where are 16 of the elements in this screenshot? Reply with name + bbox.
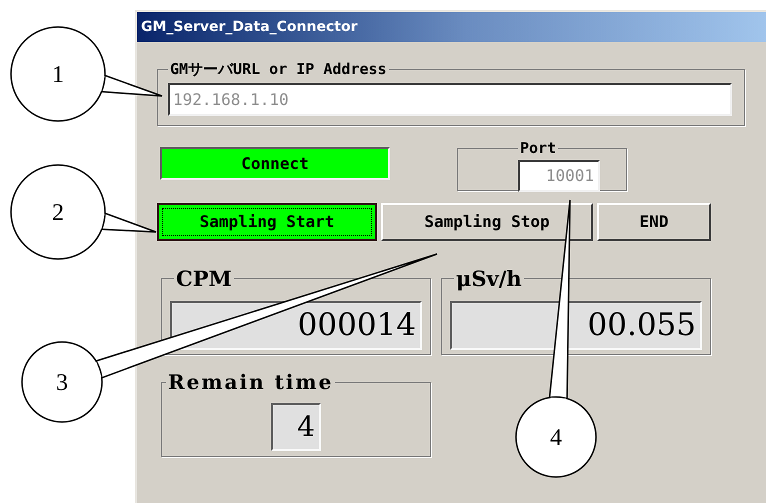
callout-number: 4 <box>550 425 562 451</box>
connect-indicator: Connect <box>160 147 390 180</box>
callout-number: 1 <box>52 62 64 88</box>
action-button[interactable]: END <box>597 203 711 241</box>
group-label: Port <box>519 138 558 159</box>
group-label: Remain time <box>167 369 334 396</box>
group-label: CPM <box>175 265 233 293</box>
group-label: μSv/h <box>455 265 523 293</box>
action-button[interactable]: Sampling Start <box>157 203 377 241</box>
window-title: GM_Server_Data_Connector <box>141 18 358 36</box>
callout-number: 3 <box>56 370 68 396</box>
remain-time-display: 4 <box>271 403 321 451</box>
callout-number: 2 <box>52 200 64 226</box>
group-label: GMサーバURL or IP Address <box>169 59 388 80</box>
action-button[interactable]: Sampling Stop <box>381 203 593 241</box>
readout-display: 00.055 <box>450 300 702 350</box>
